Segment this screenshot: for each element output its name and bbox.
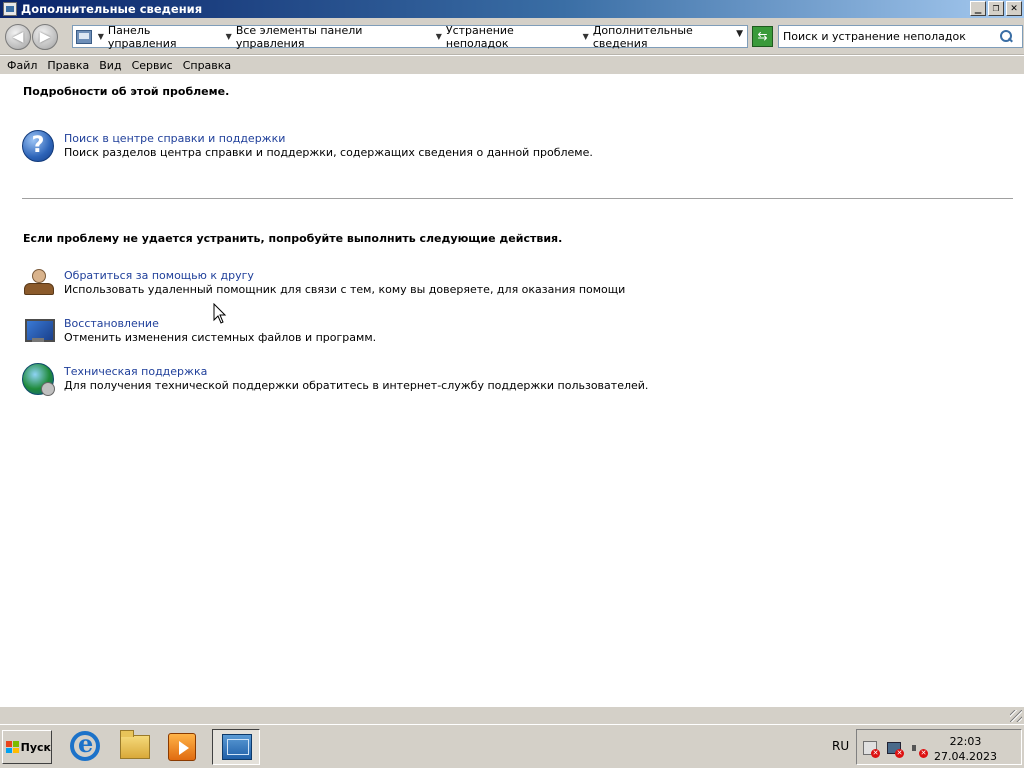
- system-restore-task[interactable]: Восстановление Отменить изменения систем…: [22, 315, 376, 349]
- action-center-flag-icon: [863, 741, 880, 758]
- divider: [22, 198, 1013, 199]
- clock-time: 22:03: [949, 735, 982, 748]
- internet-explorer-quicklaunch[interactable]: [70, 729, 102, 763]
- menu-view[interactable]: Вид: [94, 59, 126, 72]
- help-question-icon: ?: [22, 130, 54, 162]
- maximize-button[interactable]: ❐: [988, 1, 1004, 16]
- back-button[interactable]: ◀: [5, 24, 31, 50]
- ask-friend-task[interactable]: Обратиться за помощью к другу Использова…: [22, 267, 625, 301]
- search-icon[interactable]: [997, 28, 1015, 46]
- volume-tray[interactable]: [911, 741, 928, 758]
- media-player-icon: [168, 733, 196, 761]
- window-title-bar[interactable]: Дополнительные сведения _ ❐ ✕: [0, 0, 1024, 18]
- menu-help[interactable]: Справка: [178, 59, 236, 72]
- tech-support-link[interactable]: Техническая поддержка: [64, 365, 648, 379]
- clock[interactable]: 22:03 27.04.2023: [934, 734, 997, 764]
- navigation-bar: ◀ ▶ ▼ Панель управления ▼ Все элементы п…: [0, 18, 1024, 55]
- tech-support-description: Для получения технической поддержки обра…: [64, 379, 649, 392]
- menu-tools[interactable]: Сервис: [127, 59, 178, 72]
- search-box[interactable]: [778, 25, 1023, 48]
- minimize-button[interactable]: _: [970, 1, 986, 16]
- folder-icon: [120, 730, 150, 759]
- search-input[interactable]: [779, 26, 997, 47]
- menu-bar: Файл Правка Вид Сервис Справка: [0, 56, 1024, 74]
- help-support-link[interactable]: Поиск в центре справки и поддержки: [64, 132, 593, 146]
- language-indicator[interactable]: RU: [832, 739, 849, 753]
- menu-file[interactable]: Файл: [2, 59, 42, 72]
- breadcrumb: ▼ Панель управления ▼ Все элементы панел…: [92, 24, 747, 50]
- volume-muted-icon: [911, 741, 928, 758]
- status-bar: [0, 706, 1024, 724]
- close-button[interactable]: ✕: [1006, 1, 1022, 16]
- ask-friend-description: Использовать удаленный помощник для связ…: [64, 283, 626, 296]
- start-button[interactable]: Пуск: [2, 730, 52, 764]
- action-center-tray[interactable]: [863, 741, 880, 758]
- system-tray: 22:03 27.04.2023: [856, 729, 1022, 765]
- address-history-dropdown[interactable]: ▼: [736, 29, 743, 39]
- refresh-button[interactable]: ⇆: [752, 26, 773, 47]
- network-disconnected-icon: [887, 742, 904, 758]
- tech-support-task[interactable]: Техническая поддержка Для получения техн…: [22, 363, 648, 397]
- clock-date: 27.04.2023: [934, 750, 997, 763]
- remote-assistance-icon: [22, 267, 54, 297]
- content-pane: Подробности об этой проблеме. ? Поиск в …: [0, 74, 1024, 706]
- window-title: Дополнительные сведения: [21, 2, 203, 16]
- address-bar[interactable]: ▼ Панель управления ▼ Все элементы панел…: [72, 24, 748, 50]
- internet-explorer-icon: [70, 729, 100, 761]
- start-label: Пуск: [20, 740, 51, 754]
- window-controls: _ ❐ ✕: [970, 1, 1022, 16]
- resize-grip-icon[interactable]: [1010, 710, 1022, 722]
- globe-support-icon: [22, 363, 55, 396]
- windows-logo-icon: [6, 741, 19, 753]
- explorer-quicklaunch[interactable]: [120, 730, 152, 763]
- network-tray[interactable]: [887, 741, 904, 758]
- chevron-down-icon[interactable]: ▼: [226, 32, 232, 41]
- breadcrumb-item[interactable]: Панель управления: [108, 24, 220, 50]
- help-support-description: Поиск разделов центра справки и поддержк…: [64, 146, 593, 159]
- control-panel-icon: [222, 734, 252, 760]
- breadcrumb-item[interactable]: Устранение неполадок: [446, 24, 577, 50]
- system-restore-description: Отменить изменения системных файлов и пр…: [64, 331, 377, 344]
- forward-button[interactable]: ▶: [32, 24, 58, 50]
- section-heading-actions: Если проблему не удается устранить, попр…: [23, 232, 563, 245]
- media-player-quicklaunch[interactable]: [168, 731, 200, 763]
- chevron-down-icon[interactable]: ▼: [98, 32, 104, 41]
- menu-edit[interactable]: Правка: [42, 59, 94, 72]
- chevron-down-icon[interactable]: ▼: [583, 32, 589, 41]
- system-restore-icon: [22, 315, 55, 345]
- control-panel-icon: [76, 29, 92, 44]
- help-support-task[interactable]: ? Поиск в центре справки и поддержки Пои…: [22, 130, 593, 164]
- chevron-down-icon[interactable]: ▼: [436, 32, 442, 41]
- breadcrumb-item[interactable]: Все элементы панели управления: [236, 24, 430, 50]
- breadcrumb-item[interactable]: Дополнительные сведения: [593, 24, 747, 50]
- taskbar: Пуск RU 22:03 27.04.2023: [0, 724, 1024, 768]
- taskbar-control-panel-window[interactable]: [212, 729, 260, 765]
- ask-friend-link[interactable]: Обратиться за помощью к другу: [64, 269, 625, 283]
- control-panel-icon: [3, 2, 17, 16]
- section-heading-details: Подробности об этой проблеме.: [23, 85, 230, 98]
